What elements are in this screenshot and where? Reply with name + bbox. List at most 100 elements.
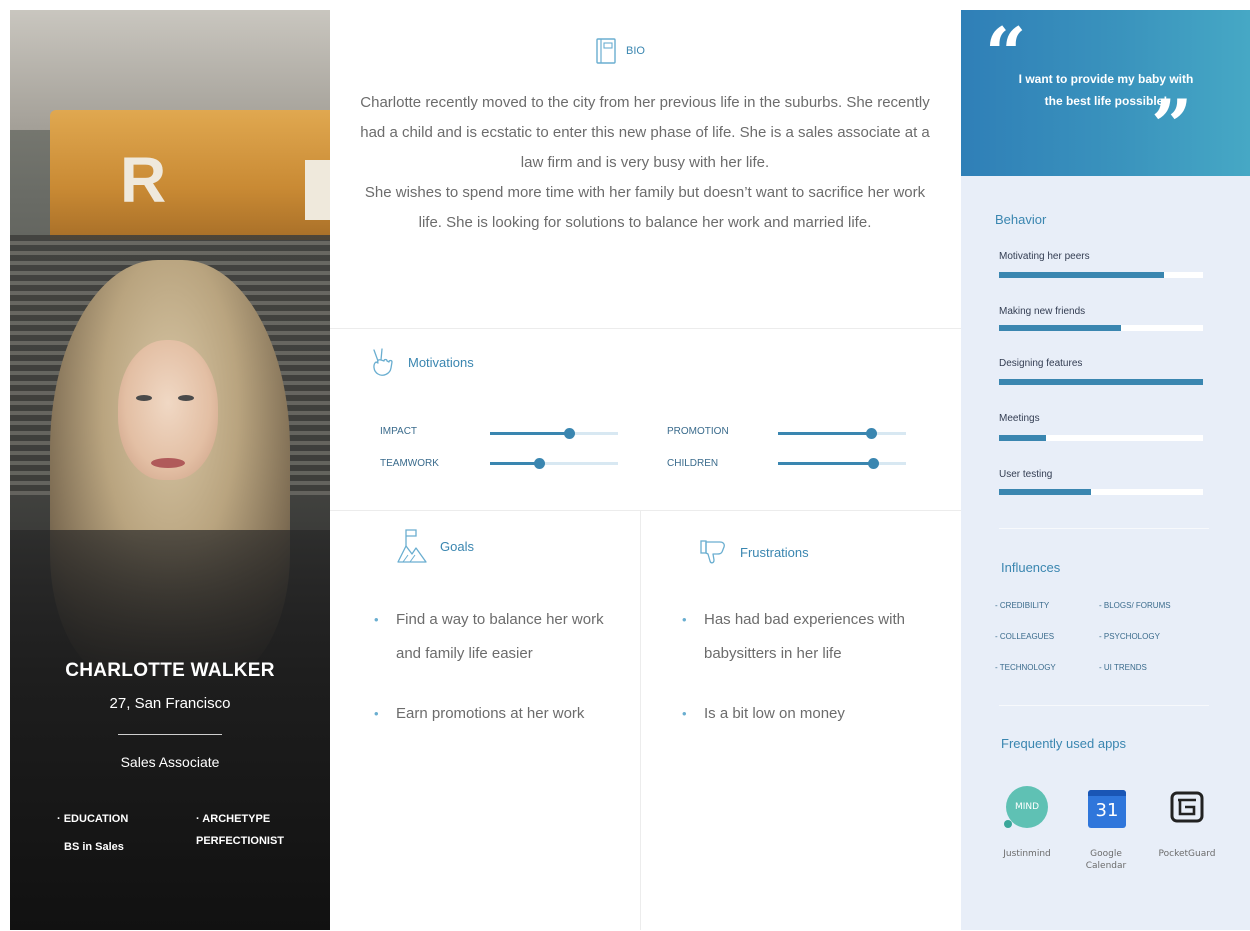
slider-fill: [490, 462, 539, 465]
column-divider: [640, 510, 641, 930]
photo-background-truck: [50, 110, 330, 240]
app-label: Justinmind: [1003, 849, 1051, 859]
behavior-bar: [999, 379, 1203, 385]
behavior-bar-fill: [999, 435, 1046, 441]
motivations-header: Motivations: [370, 347, 474, 377]
persona-age-location: 27, San Francisco: [109, 695, 231, 712]
education-value: BS in Sales: [64, 841, 124, 853]
motivation-slider[interactable]: [778, 458, 906, 469]
goal-item: • Find a way to balance her work and fami…: [370, 603, 620, 671]
motivation-slider[interactable]: [778, 428, 906, 439]
motivation-label: CHILDREN: [667, 458, 719, 469]
bullet-dot: •: [682, 706, 687, 721]
justinmind-icon[interactable]: MIND: [1004, 786, 1048, 828]
persona-name: CHARLOTTE WALKER: [65, 660, 275, 681]
motivation-label: IMPACT: [380, 426, 418, 437]
portrait-mouth: [151, 458, 185, 468]
goal-text: Earn promotions at her work: [396, 705, 585, 722]
slider-knob[interactable]: [867, 458, 879, 469]
frustration-item: • Is a bit low on money: [678, 697, 938, 731]
section-divider: [999, 528, 1209, 529]
influence-item: - CREDIBILITY: [995, 601, 1050, 610]
behavior-bar: [999, 325, 1203, 331]
motivations-title: Motivations: [408, 354, 474, 370]
motivation-label: TEAMWORK: [380, 458, 439, 469]
apps-title: Frequently used apps: [1001, 736, 1127, 751]
notebook-icon: [596, 38, 616, 64]
goal-item: • Earn promotions at her work: [370, 697, 620, 731]
google-calendar-icon[interactable]: 31: [1088, 790, 1126, 828]
goal-text: Find a way to balance her work and famil…: [396, 611, 604, 662]
app-label: Google Calendar: [1085, 849, 1127, 871]
behavior-bar: [999, 435, 1203, 441]
influence-item: - UI TRENDS: [1099, 663, 1147, 672]
bullet-dot: •: [374, 612, 379, 627]
pocketguard-icon[interactable]: [1169, 790, 1205, 824]
slider-fill: [778, 432, 872, 435]
bio-header: BIO: [596, 38, 645, 64]
behavior-bar: [999, 489, 1203, 495]
motivation-label: PROMOTION: [667, 426, 729, 437]
frustration-text: Has had bad experiences with babysitters…: [704, 611, 905, 662]
portrait-jacket: [10, 530, 330, 930]
slider-knob[interactable]: [533, 458, 545, 469]
behavior-bar-fill: [999, 325, 1122, 331]
right-panel: “ I want to provide my baby with the bes…: [961, 10, 1250, 930]
truck-letter-decoration: [305, 160, 330, 220]
calendar-icon-date: 31: [1095, 800, 1119, 821]
pocketguard-glyph: [1170, 791, 1204, 823]
frustrations-title: Frustrations: [740, 544, 809, 560]
close-quote-icon: ”: [1151, 83, 1193, 168]
bullet-dot: •: [374, 706, 379, 721]
slider-knob[interactable]: [866, 428, 878, 439]
behavior-bar-fill: [999, 379, 1203, 385]
frustration-text: Is a bit low on money: [704, 705, 845, 722]
influence-item: - PSYCHOLOGY: [1099, 632, 1160, 641]
bullet-dot: •: [682, 612, 687, 627]
persona-role: Sales Associate: [120, 754, 220, 770]
behavior-label: Making new friends: [999, 306, 1086, 317]
motivation-slider[interactable]: [490, 458, 618, 469]
behavior-label: Motivating her peers: [999, 251, 1090, 262]
justinmind-icon-dot: [1004, 820, 1012, 828]
portrait-eye: [136, 395, 152, 401]
app-label: PocketGuard: [1158, 849, 1216, 859]
quote-box: “ I want to provide my baby with the bes…: [961, 10, 1250, 176]
goals-header: Goals: [396, 528, 474, 564]
justinmind-icon-text: MIND: [1014, 802, 1040, 812]
peace-hand-icon: [373, 348, 393, 376]
slider-fill: [778, 462, 873, 465]
name-divider: [118, 734, 222, 735]
motivation-slider[interactable]: [490, 428, 618, 439]
frustrations-list: • Has had bad experiences with babysitter…: [678, 603, 938, 757]
thumbs-down-icon: [700, 540, 725, 564]
behavior-title: Behavior: [995, 212, 1047, 227]
influence-item: - COLLEAGUES: [995, 632, 1055, 641]
center-content: BIO Charlotte recently moved to the city…: [330, 10, 961, 930]
archetype-value: PERFECTIONIST: [196, 835, 285, 847]
behavior-bar: [999, 272, 1203, 278]
section-divider: [999, 705, 1209, 706]
bio-paragraph: She wishes to spend more time with her f…: [364, 184, 926, 231]
behavior-label: User testing: [999, 469, 1053, 480]
frustration-item: • Has had bad experiences with babysitter…: [678, 603, 938, 671]
profile-photo-panel: R CHARLOTTE WALKER 27, San Francisco Sal…: [10, 10, 330, 930]
behavior-label: Designing features: [999, 358, 1083, 369]
bio-title: BIO: [626, 45, 645, 57]
slider-fill: [490, 432, 570, 435]
frustrations-header: Frustrations: [700, 538, 809, 566]
influence-item: - TECHNOLOGY: [995, 663, 1056, 672]
goals-list: • Find a way to balance her work and fami…: [370, 603, 620, 757]
slider-knob[interactable]: [564, 428, 576, 439]
influence-item: - BLOGS/ FORUMS: [1099, 601, 1171, 610]
behavior-label: Meetings: [999, 413, 1040, 424]
influences-title: Influences: [1001, 560, 1061, 575]
section-divider: [330, 328, 961, 329]
education-label: · EDUCATION: [57, 813, 129, 825]
mountain-flag-icon: [397, 529, 427, 563]
behavior-bar-fill: [999, 272, 1165, 278]
bio-paragraph: Charlotte recently moved to the city fro…: [360, 94, 930, 171]
portrait-eye: [178, 395, 194, 401]
goals-title: Goals: [440, 538, 474, 554]
behavior-bar-fill: [999, 489, 1091, 495]
